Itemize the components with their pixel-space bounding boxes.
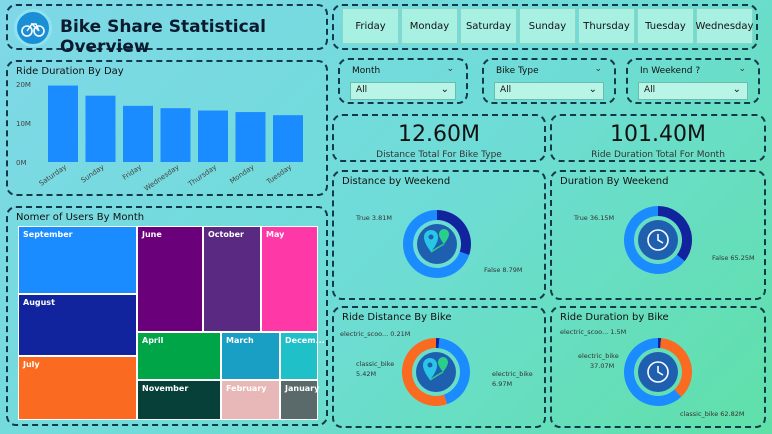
treemap-cell-september[interactable]: September: [18, 226, 137, 294]
bar[interactable]: [198, 110, 228, 162]
donut-data-label: electric_bike: [492, 370, 533, 378]
kpi-duration-card: 101.40M Ride Duration Total For Month: [550, 114, 766, 162]
donut-data-label: True 3.81M: [355, 214, 392, 222]
treemap-area: September August July June October May April Ma…: [18, 226, 325, 420]
header-panel: Bike Share Statistical Overview: [6, 4, 328, 57]
treemap-cell-july[interactable]: July: [18, 356, 137, 420]
kpi-label: Distance Total For Bike Type: [376, 150, 502, 160]
donut-data-label: electric_scoo... 0.21M: [340, 330, 410, 338]
day-button-saturday[interactable]: Saturday: [460, 8, 517, 44]
donut-chart: electric_scoo... 1.5M electric_bike 37.07M…: [560, 328, 745, 418]
chevron-down-icon: ⌄: [732, 84, 741, 95]
x-tick-label: Friday: [121, 163, 143, 182]
bar[interactable]: [235, 112, 266, 162]
donut-data-label: electric_bike: [578, 352, 619, 360]
y-tick-label: 10M: [16, 120, 31, 128]
kpi-value: 101.40M: [610, 122, 706, 147]
donut-center: [417, 224, 457, 264]
treemap-cell-november[interactable]: November: [137, 380, 221, 420]
bar[interactable]: [160, 108, 191, 162]
dropdown-value: All: [644, 85, 656, 95]
treemap-cell-february[interactable]: February: [221, 380, 280, 420]
kpi-distance-card: 12.60M Distance Total For Bike Type: [332, 114, 546, 162]
month-dropdown[interactable]: All ⌄: [350, 82, 456, 100]
kpi-label: Ride Duration Total For Month: [591, 150, 725, 160]
donut-chart: electric_scoo... 0.21M classic_bike 5.42M e…: [340, 330, 533, 406]
donut-data-label: 5.42M: [356, 370, 376, 378]
donut-data-label: classic_bike: [356, 360, 394, 368]
bar-chart-svg: 20M 10M 0M Saturday Sunday Friday Wednesday Thu…: [16, 81, 303, 192]
treemap-cell-march[interactable]: March: [221, 332, 280, 380]
day-button-monday[interactable]: Monday: [401, 8, 458, 44]
treemap-cell-january[interactable]: January: [280, 380, 319, 420]
dropdown-value: All: [356, 85, 368, 95]
treemap-cell-april[interactable]: April: [137, 332, 221, 380]
chevron-down-icon[interactable]: ⌄: [446, 64, 454, 74]
donut-data-label: 6.97M: [492, 380, 512, 388]
day-button-tuesday[interactable]: Tuesday: [637, 8, 694, 44]
donut-data-label: False 65.25M: [712, 254, 755, 262]
bicycle-icon: [14, 9, 52, 47]
bar[interactable]: [123, 105, 153, 162]
chevron-down-icon[interactable]: ⌄: [594, 64, 602, 74]
ride-distance-by-bike-panel: Ride Distance By Bike electric_scoo... 0…: [332, 306, 546, 428]
kpi-value: 12.60M: [398, 122, 480, 147]
donut-data-label: False 8.79M: [484, 266, 522, 274]
y-tick-label: 0M: [16, 159, 27, 167]
treemap-cell-may[interactable]: May: [261, 226, 318, 332]
bar[interactable]: [48, 85, 78, 162]
x-tick-label: Wednesday: [143, 163, 181, 192]
treemap-cell-june[interactable]: June: [137, 226, 203, 332]
x-tick-label: Monday: [228, 163, 255, 185]
bar[interactable]: [85, 95, 116, 162]
x-tick-label: Thursday: [186, 163, 218, 189]
day-button-wednesday[interactable]: Wednesday: [696, 8, 753, 44]
donut-data-label: 37.07M: [590, 362, 614, 370]
y-tick-label: 20M: [16, 81, 31, 89]
month-slicer[interactable]: Month ⌄ All ⌄: [338, 58, 468, 104]
x-tick-label: Sunday: [80, 163, 106, 185]
ride-duration-by-day-chart: Ride Duration By Day 20M 10M 0M Saturday Sun…: [6, 60, 328, 196]
ride-duration-by-bike-panel: Ride Duration by Bike electric_scoo... 1…: [550, 306, 766, 428]
chevron-down-icon[interactable]: ⌄: [738, 64, 746, 74]
duration-by-weekend-panel: Duration By Weekend True 36.15M False 65.…: [550, 170, 766, 300]
donut-data-label: True 36.15M: [573, 214, 614, 222]
distance-by-weekend-panel: Distance by Weekend True 3.81M False 8.79…: [332, 170, 546, 300]
dropdown-value: All: [500, 85, 512, 95]
donut-data-label: classic_bike 62.82M: [680, 410, 745, 418]
treemap-cell-october[interactable]: October: [203, 226, 261, 332]
day-button-sunday[interactable]: Sunday: [519, 8, 576, 44]
chevron-down-icon: ⌄: [440, 84, 449, 95]
chart-title: Nomer of Users By Month: [16, 212, 145, 223]
slicer-label: Bike Type: [496, 66, 539, 76]
donut-data-label: electric_scoo... 1.5M: [560, 328, 626, 336]
bike-type-dropdown[interactable]: All ⌄: [494, 82, 604, 100]
weekend-slicer[interactable]: In Weekend ? ⌄ All ⌄: [626, 58, 760, 104]
slicer-label: Month: [352, 66, 381, 76]
treemap-cell-august[interactable]: August: [18, 294, 137, 356]
day-button-thursday[interactable]: Thursday: [578, 8, 635, 44]
weekend-dropdown[interactable]: All ⌄: [638, 82, 748, 100]
donut-chart: True 36.15M False 65.25M: [573, 206, 755, 274]
treemap-cell-decem[interactable]: Decem...: [280, 332, 325, 380]
slicer-label: In Weekend ?: [640, 66, 701, 76]
bike-type-slicer[interactable]: Bike Type ⌄ All ⌄: [482, 58, 616, 104]
users-by-month-treemap: Nomer of Users By Month September August J…: [6, 206, 328, 426]
page-title: Bike Share Statistical Overview: [60, 17, 266, 57]
donut-center: [416, 352, 456, 392]
x-tick-label: Tuesday: [264, 163, 293, 186]
x-tick-label: Saturday: [38, 163, 68, 188]
chevron-down-icon: ⌄: [588, 84, 597, 95]
bar[interactable]: [273, 115, 303, 162]
day-button-friday[interactable]: Friday: [342, 8, 399, 44]
donut-chart: True 3.81M False 8.79M: [355, 210, 522, 278]
